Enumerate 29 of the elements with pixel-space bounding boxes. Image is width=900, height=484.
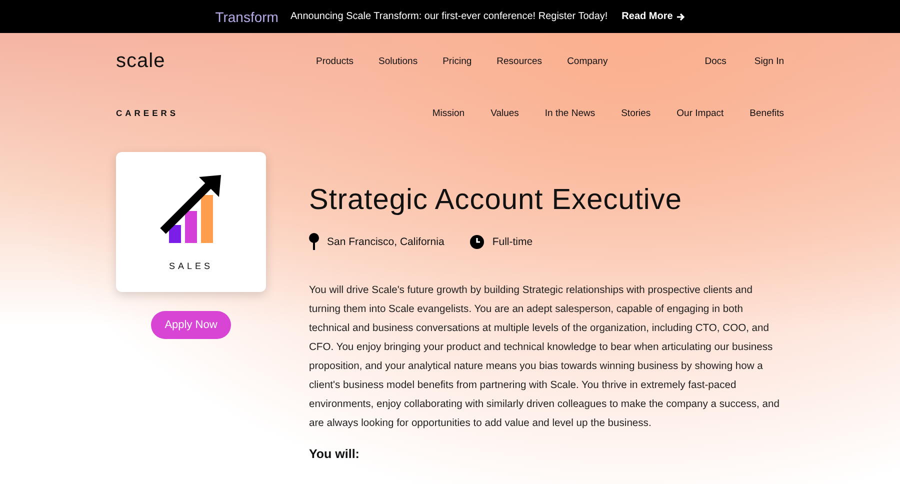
nav-link[interactable]: Docs (704, 56, 726, 66)
logo[interactable]: scale (116, 50, 306, 72)
subnav-link[interactable]: In the News (544, 108, 596, 118)
job-title: Strategic Account Executive (309, 184, 683, 217)
growth-chart-icon (159, 173, 223, 245)
subnav-link[interactable]: Our Impact (676, 108, 724, 118)
apply-button[interactable]: Apply Now (150, 311, 232, 339)
nav-link[interactable]: Resources (496, 56, 542, 66)
section-heading: You will: (309, 447, 360, 461)
subnav-link[interactable]: Benefits (750, 108, 784, 118)
location-pin-icon (309, 233, 319, 250)
event-brand: Transform (215, 8, 278, 24)
job-description: You will drive Scale's future growth by building Strategic relationships with prospective clients and turning them into Scale evangelists. You are an adept salesperson, capable of engaging in both technical and business conversations at multiple levels of the organization, including CTO, COO, and CFO. You enjoy bringing your product and technical knowledge to bear when articulating our business proposition, and your analytical nature means you bias towards winning business by showing how a client's business model benefits from partnering with Scale. You thrive in extremely fast-paced environments, enjoy collaborating with similarly driven colleagues to make the company a success, and are always looking for opportunities to add value and level up the business. (309, 284, 780, 431)
announcement-text: Announcing Scale Transform: our first-ever conference! Register Today! (290, 11, 608, 22)
nav-link[interactable]: Solutions (378, 56, 418, 66)
section-title: CAREERS (116, 108, 179, 118)
job-type: Full-time (492, 236, 533, 248)
clock-icon (470, 234, 484, 248)
nav-link[interactable]: Products (316, 56, 354, 66)
arrow-icon (676, 12, 685, 20)
read-more-link[interactable]: Read More (622, 11, 673, 22)
subnav-link[interactable]: Values (490, 108, 519, 118)
nav-link[interactable]: Sign In (754, 56, 784, 66)
nav-link[interactable]: Pricing (442, 56, 472, 66)
job-location: San Francisco, California (327, 236, 444, 248)
subnav-link[interactable]: Mission (432, 108, 465, 118)
department-label: SALES (168, 261, 214, 271)
nav-link[interactable]: Company (567, 56, 608, 66)
subnav-link[interactable]: Stories (621, 108, 651, 118)
